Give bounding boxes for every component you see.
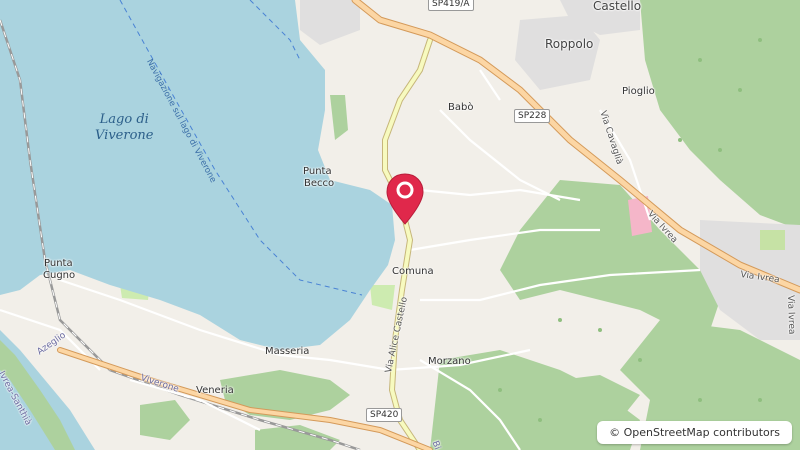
morzano-label: Morzano [428,356,471,367]
map-pin-graphic [386,173,424,225]
shield-sp420: SP420 [366,408,403,422]
lake-label-line2: Viverone [95,128,154,144]
punta-cugno-label-1: Punta [44,258,73,269]
map-pin-icon[interactable] [385,172,425,228]
attribution-text: © OpenStreetMap contributors [609,426,780,439]
masseria-label: Masseria [265,346,310,357]
lake-label: Lago di Viverone [95,112,153,145]
comuna-label: Comuna [392,266,434,277]
veneria-label: Veneria [196,385,234,396]
shield-sp419a: SP419/A [428,0,474,11]
punta-cugno-label-2: Cugno [43,270,76,281]
attribution: © OpenStreetMap contributors [597,421,792,444]
castello-label: Castello [593,0,642,13]
punta-becco-label-2: Becco [304,178,335,189]
roppolo-label: Roppolo [545,37,594,51]
map-canvas[interactable]: Lago di Viverone Navigazione sul lago di… [0,0,800,450]
via-ivrea-label-3: Via Ivrea [785,294,797,335]
babo-label: Babò [448,102,474,113]
shield-sp228: SP228 [514,109,551,123]
lake-label-line1: Lago di [99,112,149,127]
sports-field [760,230,785,250]
lake-water [0,0,395,350]
bi-label: Bi [429,439,442,450]
punta-becco-label-1: Punta [303,166,332,177]
pioglio-label: Pioglio [622,86,655,97]
